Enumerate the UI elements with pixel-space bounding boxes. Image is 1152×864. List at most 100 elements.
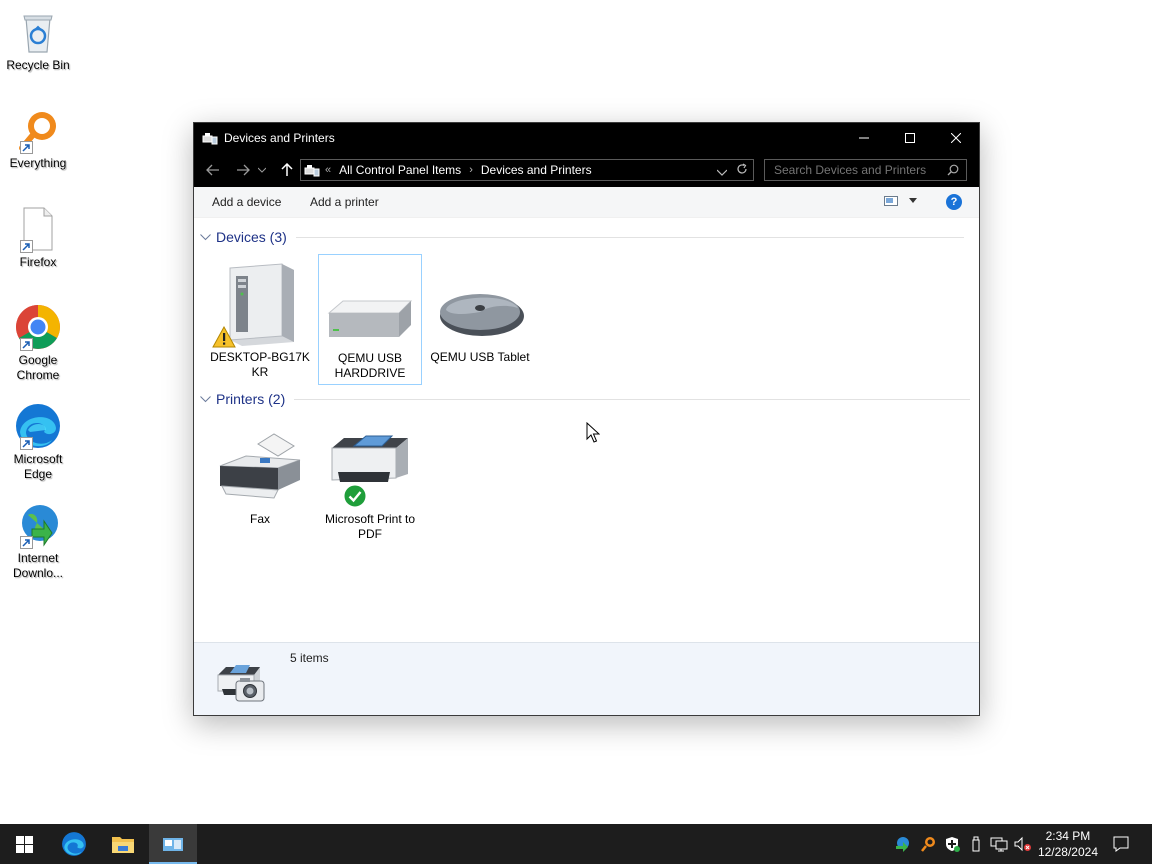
arrow-up-icon [281,163,293,176]
devices-printers-icon [202,130,218,146]
device-item-qemu-usb-harddrive[interactable]: QEMU USB HARDDRIVE [318,254,422,385]
desktop-icon-microsoft-edge[interactable]: Microsoft Edge [4,402,72,482]
item-count: 5 items [290,651,329,665]
group-header-label: Printers (2) [216,391,286,407]
minimize-button[interactable] [841,123,887,153]
default-printer-check-icon [343,484,367,508]
breadcrumb-separator-icon: › [469,164,473,176]
details-pane: 5 items [194,642,979,715]
desktop-icon-label: Microsoft Edge [13,452,63,481]
warning-icon [212,326,236,348]
address-bar[interactable]: « All Control Panel Items › Devices and … [300,159,754,181]
fax-icon [208,416,312,512]
breadcrumb-devices-and-printers[interactable]: Devices and Printers [481,163,592,177]
desktop-icon-internet-download-manager[interactable]: Internet Downlo... [4,501,72,581]
close-icon [951,133,961,143]
taskbar-devices-printers-button[interactable] [149,824,197,864]
device-item-qemu-usb-tablet[interactable]: QEMU USB Tablet [428,254,532,365]
computer-icon [208,254,312,350]
edge-icon [14,402,62,450]
search-box[interactable] [764,159,967,181]
command-bar: Add a device Add a printer ? [194,187,979,218]
shortcut-arrow-icon [20,141,33,154]
shortcut-arrow-icon [20,437,33,450]
usb-device-icon[interactable] [968,836,984,852]
breadcrumb-all-control-panel-items[interactable]: All Control Panel Items [339,163,461,177]
breadcrumb-overflow[interactable]: « [325,164,331,176]
taskbar: 2:34 PM 12/28/2024 [0,824,1152,864]
refresh-icon [737,163,747,174]
desktop-icon-google-chrome[interactable]: Google Chrome [4,303,72,383]
security-shield-icon[interactable] [944,836,960,852]
printer-item-microsoft-print-to-pdf[interactable]: Microsoft Print to PDF [318,416,422,542]
search-input[interactable] [772,162,946,178]
windows-logo-icon [15,835,33,853]
devices-printers-large-icon [217,665,265,702]
desktop-icon-label: Internet Downlo... [12,551,64,580]
control-panel-icon [304,162,320,178]
recent-locations-button[interactable] [256,160,268,180]
close-button[interactable] [933,123,979,153]
devices-and-printers-window: Devices and Printers « All Control Panel… [193,122,980,716]
volume-muted-icon[interactable] [1014,836,1031,852]
forward-button[interactable] [232,160,254,180]
recycle-bin-icon [14,8,62,56]
group-header-printers[interactable]: Printers (2) [200,391,971,407]
device-label: DESKTOP-BG17K KR [210,350,310,379]
desktop-icon-label: Recycle Bin [6,58,70,72]
everything-icon [14,106,62,154]
navigation-bar: « All Control Panel Items › Devices and … [194,153,979,187]
taskbar-file-explorer-button[interactable] [99,824,147,864]
window-title: Devices and Printers [224,131,335,145]
arrow-left-icon [206,164,219,176]
devices-printers-icon [163,838,183,851]
everything-tray-icon[interactable] [920,836,936,852]
desktop-icon-label: Everything [9,156,67,170]
blank-file-icon [14,205,62,253]
group-header-label: Devices (3) [216,229,287,245]
change-view-button[interactable] [884,195,917,207]
group-divider [294,398,971,400]
maximize-button[interactable] [887,123,933,153]
title-bar[interactable]: Devices and Printers [194,123,979,153]
address-dropdown-button[interactable] [716,165,728,179]
taskbar-edge-button[interactable] [50,824,98,864]
refresh-button[interactable] [736,163,748,178]
network-icon[interactable] [990,836,1008,852]
desktop-icon-everything[interactable]: Everything [4,106,72,171]
chevron-down-icon [200,233,211,240]
clock-time: 2:34 PM [1045,829,1091,843]
desktop-icon-label: Google Chrome [16,353,60,382]
printer-label: Fax [249,512,270,526]
idm-tray-icon[interactable] [894,836,910,852]
desktop-icon-recycle-bin[interactable]: Recycle Bin [4,8,72,73]
clock-date: 12/28/2024 [1037,845,1098,859]
view-icon [884,196,898,206]
desktop-icon-label: Firefox [19,255,57,269]
back-button[interactable] [202,160,224,180]
notification-icon [1113,836,1129,852]
device-label: QEMU USB Tablet [430,350,530,364]
shortcut-arrow-icon [20,536,33,549]
maximize-icon [905,133,915,143]
up-button[interactable] [276,160,298,180]
printer-item-fax[interactable]: Fax [208,416,312,527]
shortcut-arrow-icon [20,240,33,253]
search-icon [947,164,959,179]
chevron-down-icon [258,167,266,173]
add-printer-button[interactable]: Add a printer [310,195,379,209]
desktop-icon-firefox[interactable]: Firefox [4,205,72,270]
group-header-devices[interactable]: Devices (3) [200,229,964,245]
hard-drive-icon [319,255,421,351]
taskbar-clock[interactable]: 2:34 PM 12/28/2024 [1038,828,1098,860]
action-center-button[interactable] [1112,835,1129,852]
mouse-pointer-icon [586,422,600,443]
add-device-button[interactable]: Add a device [212,195,281,209]
chevron-down-icon [716,169,728,176]
printer-label: Microsoft Print to PDF [324,512,416,541]
start-button[interactable] [0,824,48,864]
help-button[interactable]: ? [946,194,962,210]
device-item-desktop[interactable]: DESKTOP-BG17K KR [208,254,312,380]
devices-content-area: Devices (3) DESKTOP-BG17K KR QEMU USB HA… [194,218,979,642]
printer-icon [318,416,422,512]
